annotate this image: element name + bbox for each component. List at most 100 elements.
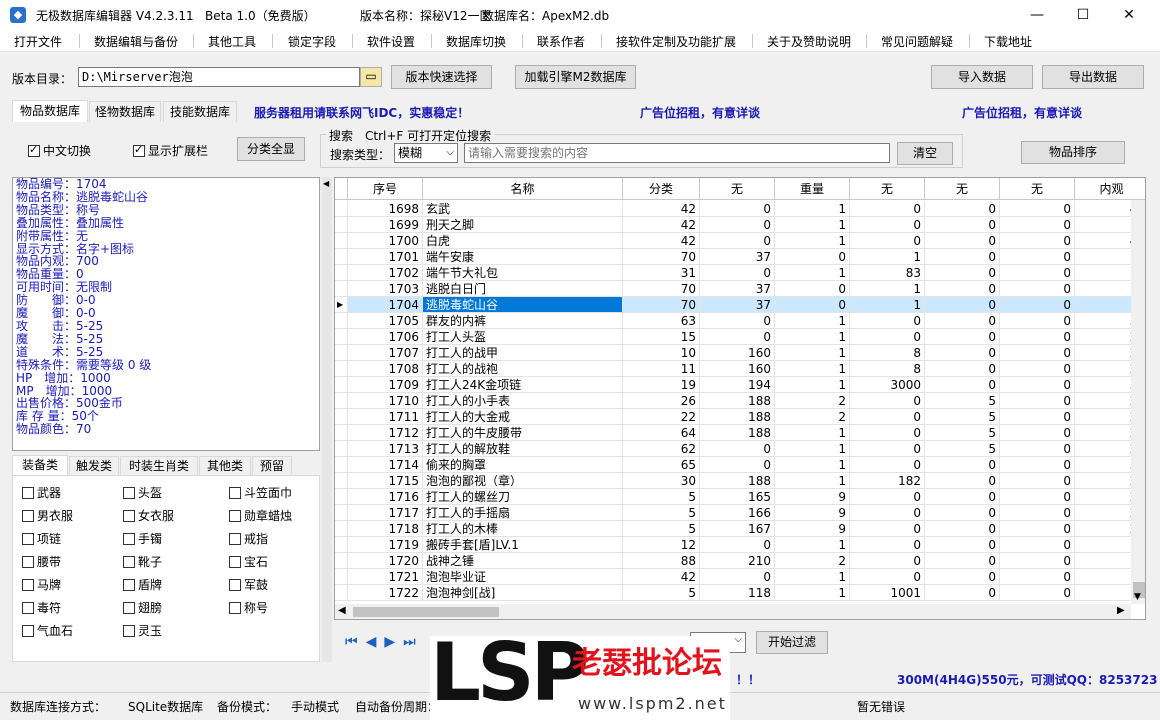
cell-value[interactable]: 1: [775, 569, 850, 585]
table-row[interactable]: 1709打工人24K金项链19194130000033: [335, 377, 1145, 393]
row-selector[interactable]: [335, 425, 348, 441]
row-selector[interactable]: [335, 249, 348, 265]
cell-value[interactable]: 2: [775, 393, 850, 409]
cell-value[interactable]: 70: [623, 281, 700, 297]
cell-value[interactable]: 0: [700, 569, 775, 585]
cell-value[interactable]: 1: [775, 425, 850, 441]
cell-value[interactable]: 1: [775, 377, 850, 393]
menu-download[interactable]: 下载地址: [984, 33, 1032, 50]
cell-value[interactable]: 0: [850, 425, 925, 441]
cell-value[interactable]: 1001: [850, 585, 925, 601]
cell-value[interactable]: 1: [775, 457, 850, 473]
menu-about-sponsor[interactable]: 关于及赞助说明: [767, 33, 851, 50]
category-checkbox[interactable]: 马牌: [22, 576, 61, 593]
cell-value[interactable]: 15: [623, 329, 700, 345]
cell-value[interactable]: 2: [775, 409, 850, 425]
vertical-scrollbar[interactable]: ▼: [1131, 200, 1145, 604]
splitter[interactable]: ◀: [322, 177, 332, 662]
menu-db-switch[interactable]: 数据库切换: [446, 33, 506, 50]
category-checkbox[interactable]: 靴子: [123, 553, 162, 570]
cell-value[interactable]: 8: [850, 361, 925, 377]
row-selector[interactable]: [335, 361, 348, 377]
cell-value[interactable]: 1714: [348, 457, 423, 473]
cell-value[interactable]: 0: [925, 537, 1000, 553]
cell-value[interactable]: 0: [850, 201, 925, 217]
last-record-icon[interactable]: ⏭: [403, 634, 424, 650]
ad-idc[interactable]: 服务器租用请联系网飞IDC，实惠稳定！: [254, 104, 469, 121]
cell-value[interactable]: 5: [925, 393, 1000, 409]
table-row[interactable]: 1706打工人头盔150100027: [335, 329, 1145, 345]
table-row[interactable]: 1722泡泡神剑[战]5118110010018: [335, 585, 1145, 601]
cell-value[interactable]: 9: [775, 521, 850, 537]
cell-value[interactable]: 188: [700, 409, 775, 425]
cell-value[interactable]: 42: [623, 217, 700, 233]
table-row[interactable]: 1719搬砖手套[盾]LV.112010001: [335, 537, 1145, 553]
cell-value[interactable]: 1: [775, 233, 850, 249]
cell-value[interactable]: 37: [700, 297, 775, 313]
cell-name[interactable]: 群友的内裤: [423, 313, 623, 329]
cell-value[interactable]: 1721: [348, 569, 423, 585]
cell-value[interactable]: 0: [1000, 345, 1075, 361]
cell-name[interactable]: 逃脱白日门: [423, 281, 623, 297]
show-all-categories-button[interactable]: 分类全显: [237, 137, 305, 161]
menu-open-file[interactable]: 打开文件: [14, 33, 62, 50]
cell-value[interactable]: 0: [1000, 393, 1075, 409]
cell-name[interactable]: 端午节大礼包: [423, 265, 623, 281]
load-engine-db-button[interactable]: 加载引擎M2数据库: [515, 65, 636, 89]
cell-value[interactable]: 0: [1000, 521, 1075, 537]
cell-name[interactable]: 打工人的手摇扇: [423, 505, 623, 521]
cell-value[interactable]: 0: [1000, 409, 1075, 425]
search-input[interactable]: [464, 143, 890, 163]
cell-value[interactable]: 0: [1000, 329, 1075, 345]
cell-value[interactable]: 1: [775, 441, 850, 457]
cell-value[interactable]: 0: [700, 537, 775, 553]
cell-value[interactable]: 1708: [348, 361, 423, 377]
cell-value[interactable]: 1713: [348, 441, 423, 457]
column-header[interactable]: 分类: [623, 178, 700, 200]
cell-name[interactable]: 战神之锤: [423, 553, 623, 569]
cell-name[interactable]: 打工人的螺丝刀: [423, 489, 623, 505]
cell-value[interactable]: 1: [850, 249, 925, 265]
cell-value[interactable]: 0: [1000, 233, 1075, 249]
cell-value[interactable]: 1703: [348, 281, 423, 297]
cell-value[interactable]: 0: [925, 361, 1000, 377]
cell-value[interactable]: 1: [775, 217, 850, 233]
cell-value[interactable]: 1715: [348, 473, 423, 489]
row-selector[interactable]: [335, 313, 348, 329]
next-record-icon[interactable]: ▶: [384, 634, 403, 650]
column-header[interactable]: 序号: [348, 178, 423, 200]
cell-value[interactable]: 5: [623, 521, 700, 537]
cell-value[interactable]: 0: [1000, 457, 1075, 473]
menu-custom-dev[interactable]: 接软件定制及功能扩展: [616, 33, 736, 50]
cell-value[interactable]: 118: [700, 585, 775, 601]
cell-value[interactable]: 1: [775, 473, 850, 489]
tab-skills-db[interactable]: 技能数据库: [163, 101, 237, 122]
start-filter-button[interactable]: 开始过滤: [756, 631, 828, 654]
row-selector[interactable]: [335, 393, 348, 409]
cell-value[interactable]: 165: [700, 489, 775, 505]
table-row[interactable]: 1698玄武420100049: [335, 201, 1145, 217]
cell-value[interactable]: 0: [850, 521, 925, 537]
cell-value[interactable]: 0: [1000, 361, 1075, 377]
row-selector[interactable]: [335, 201, 348, 217]
table-row[interactable]: 1718打工人的木棒5167900027: [335, 521, 1145, 537]
row-selector[interactable]: [335, 233, 348, 249]
cell-value[interactable]: 1701: [348, 249, 423, 265]
cell-value[interactable]: 10: [623, 345, 700, 361]
cell-value[interactable]: 1: [775, 361, 850, 377]
row-selector[interactable]: [335, 505, 348, 521]
import-data-button[interactable]: 导入数据: [931, 65, 1033, 89]
category-checkbox[interactable]: 武器: [22, 484, 61, 501]
cell-value[interactable]: 30: [623, 473, 700, 489]
cell-value[interactable]: 0: [700, 201, 775, 217]
cell-value[interactable]: 1719: [348, 537, 423, 553]
row-selector[interactable]: [335, 329, 348, 345]
cell-value[interactable]: 0: [775, 297, 850, 313]
cell-value[interactable]: 0: [1000, 473, 1075, 489]
cell-value[interactable]: 0: [1000, 425, 1075, 441]
scroll-right-icon[interactable]: ▶: [1117, 605, 1125, 616]
cell-name[interactable]: 打工人的大金戒: [423, 409, 623, 425]
first-record-icon[interactable]: ⏮: [345, 634, 366, 650]
tab-items-db[interactable]: 物品数据库: [12, 100, 88, 122]
column-header[interactable]: 无: [700, 178, 775, 200]
